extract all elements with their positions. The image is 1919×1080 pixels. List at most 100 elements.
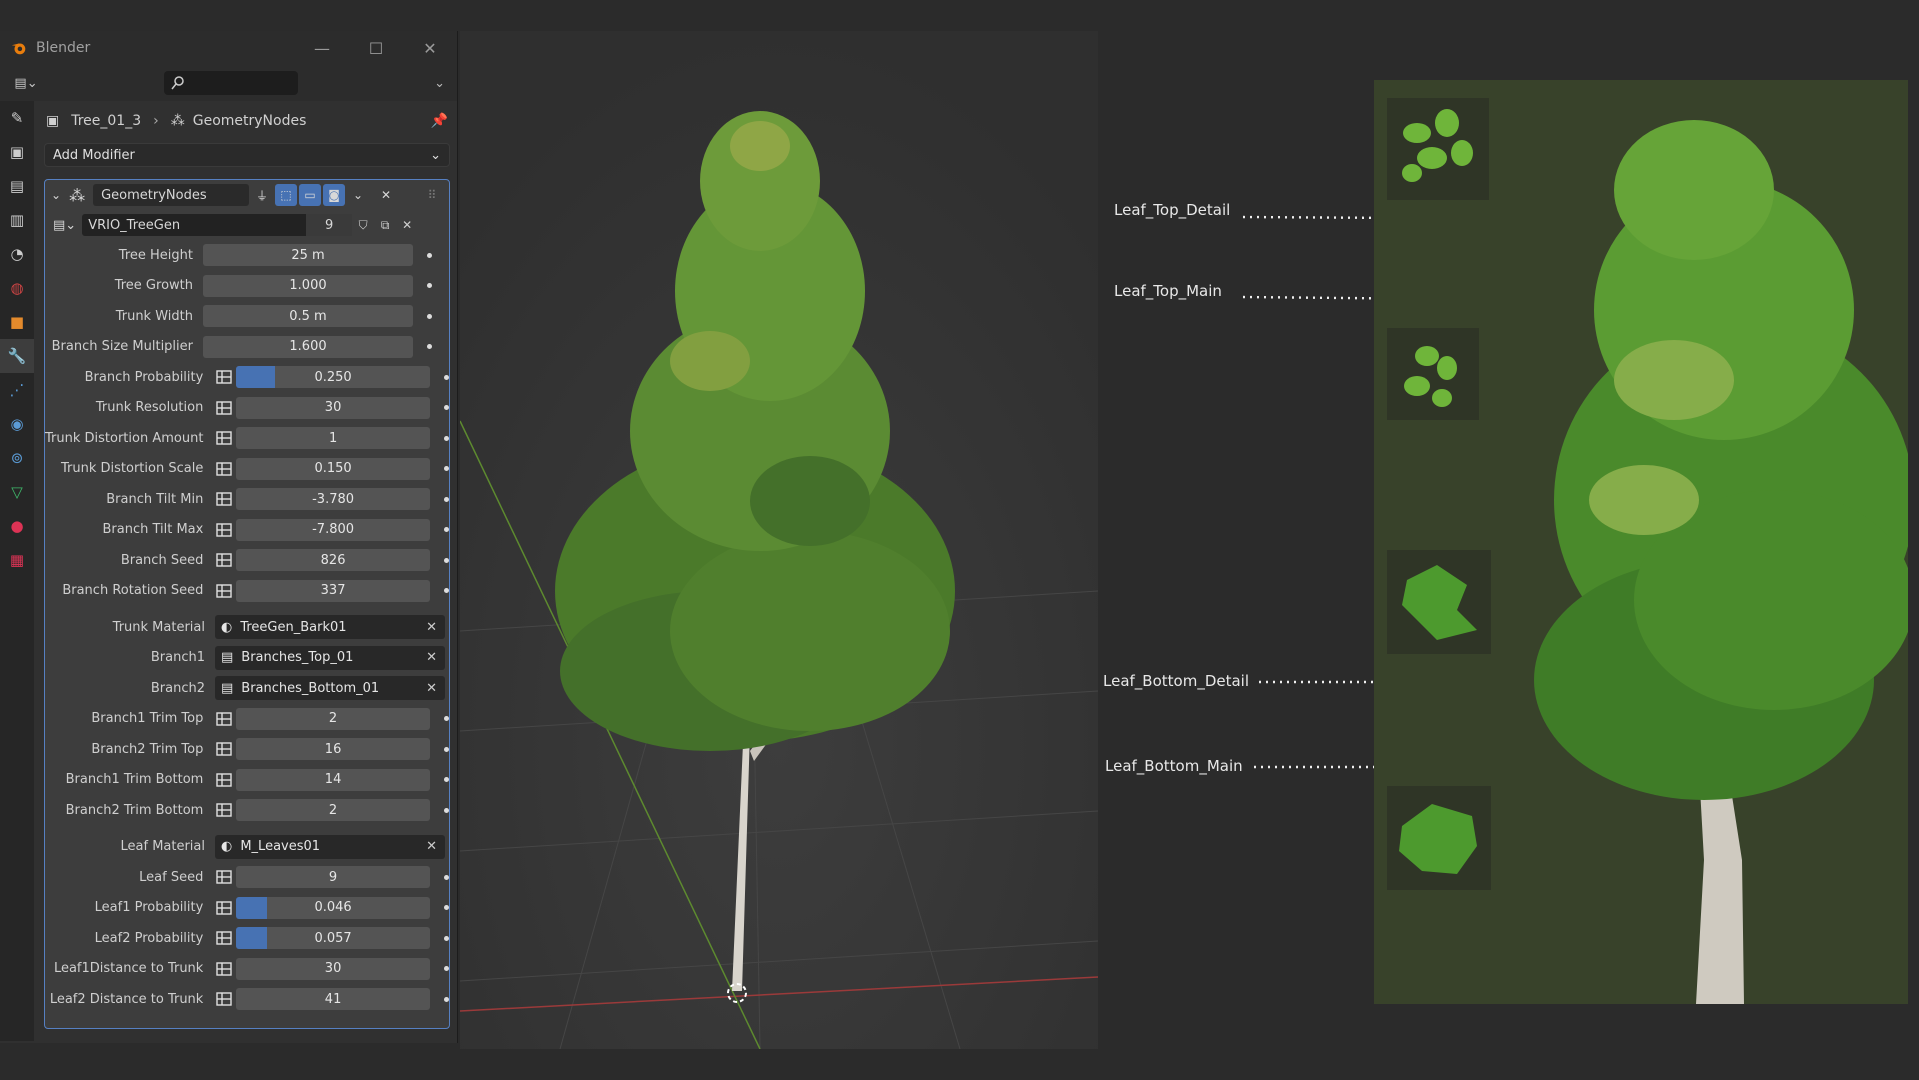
keyframe-dot-icon[interactable]: [444, 374, 449, 380]
keyframe-dot-icon[interactable]: [444, 777, 449, 783]
tool-tab-icon[interactable]: ✎: [0, 101, 34, 135]
clear-icon[interactable]: ✕: [426, 650, 437, 665]
param-value-field[interactable]: 41: [236, 988, 431, 1011]
node-tree-icon[interactable]: ▤⌄: [53, 218, 76, 233]
attribute-toggle-icon[interactable]: [213, 866, 235, 888]
clear-icon[interactable]: ✕: [426, 681, 437, 696]
attribute-toggle-icon[interactable]: [213, 549, 235, 571]
param-value-field[interactable]: 1.000: [203, 274, 413, 297]
fake-user-shield-icon[interactable]: ⛉: [352, 214, 374, 236]
keyframe-dot-icon[interactable]: [444, 905, 449, 911]
keyframe-dot-icon[interactable]: [444, 996, 449, 1002]
param-value-field[interactable]: 16: [236, 738, 431, 761]
attribute-toggle-icon[interactable]: [213, 366, 235, 388]
close-window-button[interactable]: ✕: [403, 31, 457, 65]
keyframe-dot-icon[interactable]: [444, 935, 449, 941]
keyframe-dot-icon[interactable]: [444, 496, 449, 502]
param-value-field[interactable]: 0.250: [236, 366, 431, 389]
param-value-field[interactable]: 14: [236, 768, 431, 791]
attribute-toggle-icon[interactable]: [213, 988, 235, 1010]
breadcrumb-modifier[interactable]: GeometryNodes: [193, 113, 307, 129]
breadcrumb-object[interactable]: Tree_01_3: [71, 113, 141, 129]
scene-tab-icon[interactable]: ◔: [0, 237, 34, 271]
modifier-tab-icon[interactable]: 🔧: [0, 339, 34, 373]
material-field[interactable]: ◐ M_Leaves01 ✕: [215, 834, 445, 859]
object-tab-icon[interactable]: ■: [0, 305, 34, 339]
keyframe-dot-icon[interactable]: [427, 344, 432, 350]
attribute-toggle-icon[interactable]: [213, 799, 235, 821]
keyframe-dot-icon[interactable]: [444, 746, 449, 752]
material-tab-icon[interactable]: ●: [0, 509, 34, 543]
param-value-field[interactable]: 0.046: [236, 896, 431, 919]
keyframe-dot-icon[interactable]: [444, 466, 449, 472]
physics-tab-icon[interactable]: ◉: [0, 407, 34, 441]
clear-icon[interactable]: ✕: [426, 620, 437, 635]
param-value-field[interactable]: 0.150: [236, 457, 431, 480]
attribute-toggle-icon[interactable]: [213, 927, 235, 949]
data-tab-icon[interactable]: ▽: [0, 475, 34, 509]
attribute-toggle-icon[interactable]: [213, 738, 235, 760]
material-field[interactable]: ▤ Branches_Bottom_01 ✕: [215, 676, 445, 701]
maximize-button[interactable]: ☐: [349, 31, 403, 65]
constraints-tab-icon[interactable]: ⊚: [0, 441, 34, 475]
particles-tab-icon[interactable]: ⋰: [0, 373, 34, 407]
view-layer-tab-icon[interactable]: ▥: [0, 203, 34, 237]
modifier-name-field[interactable]: GeometryNodes: [93, 184, 250, 206]
keyframe-dot-icon[interactable]: [427, 283, 432, 289]
param-value-field[interactable]: -7.800: [236, 518, 431, 541]
param-value-field[interactable]: 1: [236, 427, 431, 450]
keyframe-dot-icon[interactable]: [444, 527, 449, 533]
attribute-toggle-icon[interactable]: [213, 397, 235, 419]
param-value-field[interactable]: 337: [236, 579, 431, 602]
keyframe-dot-icon[interactable]: [444, 807, 449, 813]
minimize-button[interactable]: —: [295, 31, 349, 65]
keyframe-dot-icon[interactable]: [444, 435, 450, 441]
render-tab-icon[interactable]: ▣: [0, 135, 34, 169]
param-value-field[interactable]: 9: [236, 866, 431, 889]
output-tab-icon[interactable]: ▤: [0, 169, 34, 203]
keyframe-dot-icon[interactable]: [427, 252, 432, 258]
attribute-toggle-icon[interactable]: [213, 580, 235, 602]
edit-mode-toggle-icon[interactable]: ⏚: [251, 184, 273, 206]
clear-icon[interactable]: ✕: [426, 839, 437, 854]
attribute-toggle-icon[interactable]: [213, 488, 235, 510]
param-value-field[interactable]: 0.5 m: [203, 305, 413, 328]
param-value-field[interactable]: 0.057: [236, 927, 431, 950]
keyframe-dot-icon[interactable]: [444, 557, 449, 563]
on-cage-toggle-icon[interactable]: ⬚: [275, 184, 298, 206]
keyframe-dot-icon[interactable]: [444, 874, 449, 880]
param-value-field[interactable]: 1.600: [203, 335, 413, 358]
drag-handle-icon[interactable]: ⠿: [421, 184, 443, 206]
pin-icon[interactable]: 📌: [431, 113, 448, 129]
unlink-icon[interactable]: ✕: [396, 214, 418, 236]
keyframe-dot-icon[interactable]: [427, 313, 432, 319]
attribute-toggle-icon[interactable]: [213, 519, 235, 541]
duplicate-icon[interactable]: ⧉: [374, 214, 396, 236]
texture-tab-icon[interactable]: ▦: [0, 543, 34, 577]
user-count[interactable]: 9: [306, 214, 353, 236]
material-field[interactable]: ◐ TreeGen_Bark01 ✕: [215, 615, 445, 640]
attribute-toggle-icon[interactable]: [213, 958, 235, 980]
viewport-toggle-icon[interactable]: ▭: [299, 184, 322, 206]
render-toggle-icon[interactable]: ◙: [323, 184, 346, 206]
attribute-toggle-icon[interactable]: [213, 769, 235, 791]
world-tab-icon[interactable]: ◍: [0, 271, 34, 305]
attribute-toggle-icon[interactable]: [213, 458, 235, 480]
attribute-toggle-icon[interactable]: [213, 708, 235, 730]
chevron-down-icon[interactable]: ⌄: [434, 76, 445, 91]
param-value-field[interactable]: 30: [236, 396, 431, 419]
param-value-field[interactable]: 30: [236, 957, 431, 980]
collapse-chevron-icon[interactable]: ⌄: [51, 188, 61, 202]
chevron-down-icon[interactable]: ⌄: [347, 184, 369, 206]
add-modifier-dropdown[interactable]: Add Modifier ⌄: [44, 143, 450, 167]
keyframe-dot-icon[interactable]: [444, 966, 449, 972]
editor-type-dropdown[interactable]: ▤⌄: [8, 71, 44, 95]
keyframe-dot-icon[interactable]: [444, 405, 449, 411]
attribute-toggle-icon[interactable]: [213, 897, 235, 919]
material-field[interactable]: ▤ Branches_Top_01 ✕: [215, 645, 445, 670]
param-value-field[interactable]: -3.780: [236, 488, 431, 511]
3d-viewport[interactable]: [460, 31, 1098, 1049]
keyframe-dot-icon[interactable]: [444, 716, 449, 722]
param-value-field[interactable]: 25 m: [203, 244, 413, 267]
attribute-toggle-icon[interactable]: [213, 427, 235, 449]
